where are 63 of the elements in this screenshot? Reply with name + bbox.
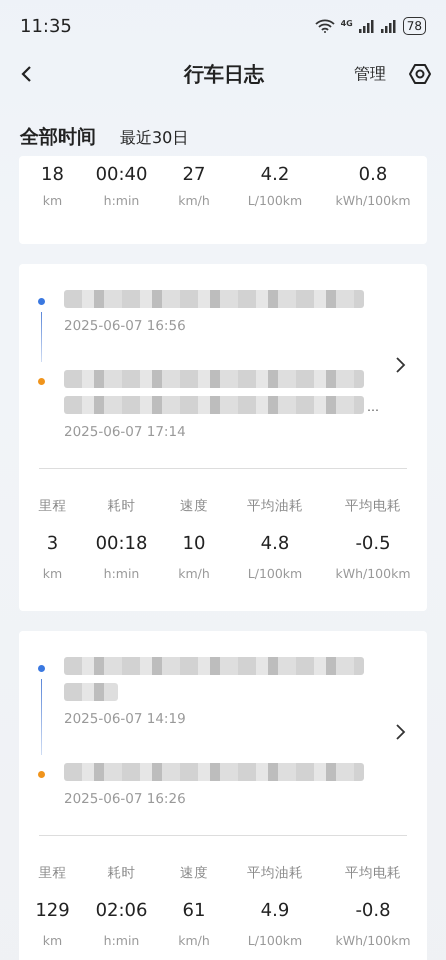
- start-dot: [38, 298, 45, 305]
- stat-value: 4.9: [260, 900, 290, 921]
- stat-unit: L/100km: [248, 933, 302, 948]
- trip-card[interactable]: 2025-06-07 14:19 2025-06-07 16:26 里程 耗时 速度 平均油耗 平均电耗 129 02:06 61 4.9 -0.8 km h:min km/h L/100km kWh/100km: [19, 631, 427, 960]
- stat-value: -0.5: [355, 533, 391, 554]
- stat-unit: km/h: [178, 933, 210, 948]
- stat-value: 4.8: [260, 533, 290, 554]
- end-dot: [38, 771, 45, 778]
- stat-unit: km/h: [178, 566, 210, 581]
- trip-time: 2025-06-07 16:56: [64, 318, 187, 334]
- status-time: 11:35: [20, 16, 72, 36]
- trip-time: 2025-06-07 14:19: [64, 711, 187, 727]
- stat-value: 0.8: [358, 164, 388, 185]
- stat-unit: km/h: [178, 193, 210, 208]
- settings-icon[interactable]: [408, 62, 432, 86]
- stat-unit: L/100km: [248, 566, 302, 581]
- stat-value: 00:40: [96, 164, 148, 185]
- stat-label: 耗时: [108, 498, 136, 514]
- manage-button[interactable]: 管理: [354, 64, 386, 84]
- stat-unit: kWh/100km: [335, 193, 410, 208]
- stat-label: 耗时: [108, 865, 136, 881]
- ellipsis: …: [367, 400, 379, 414]
- stat-label: 里程: [38, 865, 66, 881]
- stat-unit: km: [42, 193, 62, 208]
- stat-unit: km: [42, 933, 62, 948]
- stat-unit: kWh/100km: [335, 933, 410, 948]
- stat-label: 平均油耗: [247, 498, 303, 514]
- signal-icon: [380, 20, 397, 32]
- trip-time: 2025-06-07 17:14: [64, 424, 187, 440]
- stat-label: 平均电耗: [345, 498, 401, 514]
- stat-value: 129: [35, 900, 70, 921]
- stat-unit: h:min: [104, 566, 140, 581]
- battery-level: 78: [402, 17, 426, 35]
- route-line: [41, 312, 42, 362]
- stat-label: 速度: [180, 498, 208, 514]
- period-tab[interactable]: 全部时间: [20, 124, 96, 150]
- stat-label: 平均电耗: [345, 865, 401, 881]
- stat-label: 里程: [38, 498, 66, 514]
- trip-card[interactable]: 2025-06-07 16:56 … 2025-06-07 17:14 里程 耗时 速度 平均油耗 平均电耗 3 00:18 10 4.8 -0.5 km h:min km/h L/100km kWh/100km: [19, 264, 427, 611]
- stat-label: 速度: [180, 865, 208, 881]
- stat-value: 18: [41, 164, 64, 185]
- start-dot: [38, 665, 45, 672]
- period-tab[interactable]: 最近30日: [120, 128, 188, 149]
- stat-value: 61: [182, 900, 206, 921]
- stat-unit: km: [42, 566, 62, 581]
- stat-value: 00:18: [96, 533, 148, 554]
- stat-value: 3: [46, 533, 58, 554]
- stat-value: 27: [182, 164, 206, 185]
- stat-unit: L/100km: [248, 193, 302, 208]
- stat-value: 10: [182, 533, 206, 554]
- signal-icon: [358, 20, 375, 32]
- stat-value: -0.8: [355, 900, 391, 921]
- stat-label: 平均油耗: [247, 865, 303, 881]
- stat-unit: h:min: [104, 933, 140, 948]
- network-type: 4G: [340, 19, 353, 28]
- wifi-icon: [314, 19, 335, 33]
- stat-value: 4.2: [260, 164, 290, 185]
- stat-unit: kWh/100km: [335, 566, 410, 581]
- stat-unit: h:min: [104, 193, 140, 208]
- end-dot: [38, 378, 45, 385]
- trip-time: 2025-06-07 16:26: [64, 791, 187, 807]
- page-title: 行车日志: [184, 60, 264, 88]
- stat-value: 02:06: [96, 900, 148, 921]
